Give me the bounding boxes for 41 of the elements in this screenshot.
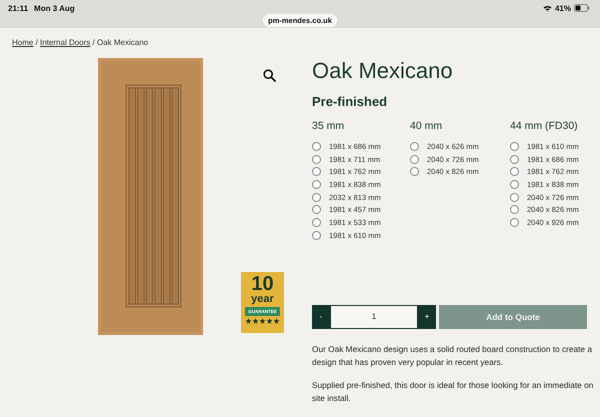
radio-button[interactable] [410,142,419,151]
wifi-icon [542,4,552,12]
status-date: Mon 3 Aug [34,4,75,12]
radio-button[interactable] [510,167,519,176]
radio-button[interactable] [510,192,519,202]
radio-button[interactable] [510,180,519,189]
breadcrumb-link[interactable]: Home [12,38,34,47]
thickness-heading: 44 mm (FD30) [510,120,579,132]
radio-button[interactable] [312,205,321,214]
description-paragraph: Our Oak Mexicano design uses a solid routed board construction to create a design that has proven very popular in recent years. [312,342,593,368]
radio-button[interactable] [410,154,419,164]
thickness-heading: 40 mm [410,120,444,132]
radio-button[interactable] [312,218,321,227]
battery-icon [574,4,590,12]
breadcrumb-current: Oak Mexicano [97,38,148,47]
product-title: Oak Mexicano [312,58,454,84]
status-time: 21:11 [8,4,28,12]
radio-button[interactable] [312,154,321,164]
battery-percent: 41% [554,4,571,12]
breadcrumb-separator: / [36,38,38,47]
radio-button[interactable] [312,192,321,202]
guarantee-years: 10 [251,275,274,293]
thickness-heading: 35 mm [312,120,346,132]
finish-heading: Pre-finished [312,94,388,109]
description-paragraph: Supplied pre-finished, this door is ideal for those looking for an immediate on site install. [312,378,594,404]
radio-button[interactable] [312,180,321,189]
increase-button[interactable]: + [418,304,436,328]
guarantee-unit: year [251,293,274,305]
radio-button[interactable] [510,142,519,151]
breadcrumb-separator: / [92,38,95,47]
decrease-button[interactable]: - [312,304,330,328]
radio-button[interactable] [312,142,321,151]
search-icon[interactable] [263,69,276,82]
radio-button[interactable] [510,218,519,227]
radio-button[interactable] [510,205,519,214]
radio-button[interactable] [312,167,321,176]
breadcrumb-link[interactable]: Internal Doors [40,38,90,47]
radio-button[interactable] [410,167,419,176]
radio-button[interactable] [312,230,321,240]
quantity-field[interactable]: 1 [330,304,418,328]
radio-button[interactable] [510,154,519,164]
